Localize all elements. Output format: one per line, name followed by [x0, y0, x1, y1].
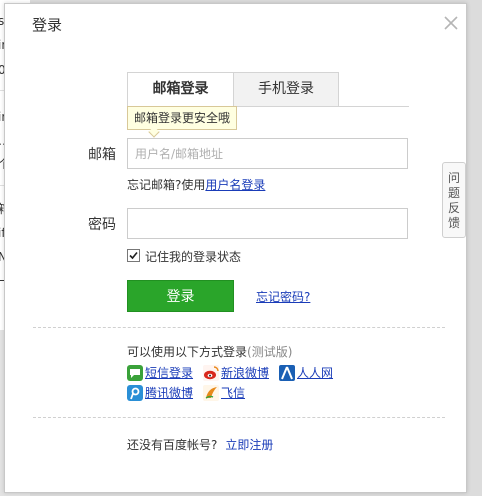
other-login-text: 可以使用以下方式登录 [127, 345, 248, 359]
register-link[interactable]: 立即注册 [225, 438, 273, 452]
renren-login-option[interactable]: 人人网 [279, 365, 339, 381]
forgot-email-text: 忘记邮箱?使用 [127, 178, 206, 192]
feedback-char: 反 [447, 201, 460, 215]
feedback-button[interactable]: 问 题 反 馈 [442, 162, 466, 238]
dialog-title: 登录 [32, 16, 63, 34]
dialog-header: 登录 [5, 4, 466, 40]
tab-email-login[interactable]: 邮箱登录 [127, 72, 234, 107]
sina-weibo-login-option[interactable]: 新浪微博 [203, 365, 273, 381]
register-text: 还没有百度帐号? [127, 438, 218, 452]
forgot-password-link[interactable]: 忘记密码? [256, 288, 310, 305]
email-tooltip: 邮箱登录更安全哦 [127, 106, 237, 130]
section-divider [33, 327, 445, 328]
close-button[interactable] [442, 14, 460, 32]
username-login-link[interactable]: 用户名登录 [205, 178, 265, 192]
sina-weibo-label: 新浪微博 [221, 366, 270, 380]
remember-me-checkbox[interactable] [127, 249, 140, 262]
checkmark-icon [129, 251, 138, 260]
fetion-login-option[interactable]: 飞信 [203, 385, 253, 401]
sms-login-option[interactable]: 短信登录 [127, 365, 197, 381]
password-input[interactable] [127, 208, 408, 239]
beta-note: (测试版) [247, 345, 293, 359]
renren-label: 人人网 [297, 366, 334, 380]
sms-login-label: 短信登录 [145, 366, 194, 380]
renren-icon [279, 365, 295, 381]
fetion-label: 飞信 [221, 386, 246, 400]
tencent-weibo-login-option[interactable]: 腾讯微博 [127, 385, 197, 401]
feedback-char: 题 [447, 186, 460, 200]
other-login-title: 可以使用以下方式登录(测试版) [127, 343, 292, 360]
sina-weibo-icon [203, 365, 219, 381]
section-divider [33, 417, 445, 418]
login-button[interactable]: 登录 [127, 280, 234, 312]
sms-icon [127, 365, 143, 381]
tencent-weibo-icon [127, 385, 143, 401]
fetion-icon [203, 385, 219, 401]
close-icon [444, 16, 458, 30]
remember-me-label: 记住我的登录状态 [145, 250, 242, 264]
register-prompt: 还没有百度帐号? 立即注册 [127, 436, 273, 453]
tencent-weibo-label: 腾讯微博 [145, 386, 194, 400]
tab-phone-login[interactable]: 手机登录 [233, 72, 339, 107]
email-label: 邮箱 [88, 147, 116, 163]
login-tabs: 手机登录 邮箱登录 [127, 72, 409, 107]
login-dialog: 登录 手机登录 邮箱登录 邮箱登录更安全哦 邮箱 忘记邮箱?使用用户名登录 密码… [4, 3, 467, 493]
email-input[interactable] [127, 138, 408, 169]
feedback-char: 问 [447, 171, 460, 185]
feedback-char: 馈 [447, 216, 460, 230]
password-label: 密码 [88, 217, 116, 233]
forgot-email-hint: 忘记邮箱?使用用户名登录 [127, 176, 265, 193]
